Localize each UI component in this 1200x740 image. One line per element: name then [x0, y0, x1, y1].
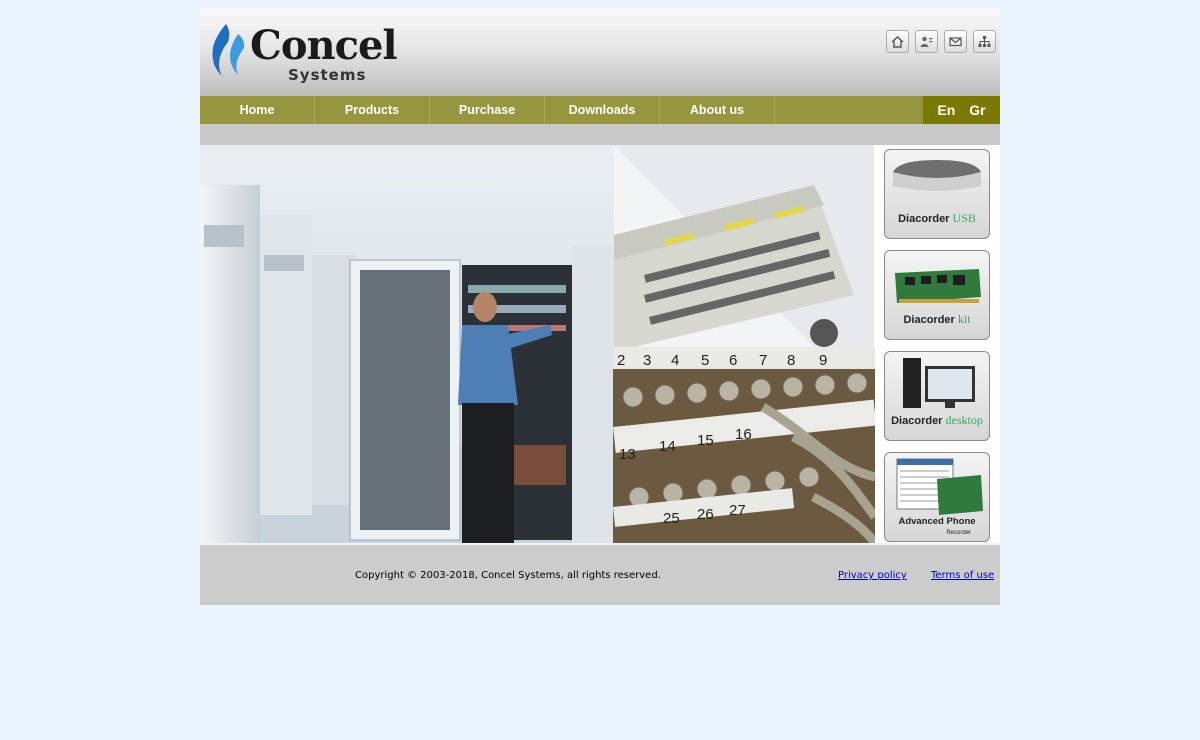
- page-container: Concel Systems Home Products Purchase Do…: [200, 8, 1000, 605]
- svg-text:15: 15: [697, 432, 714, 449]
- product-sublabel: Recorder: [946, 530, 971, 536]
- home-icon[interactable]: [886, 30, 909, 53]
- product-label: Diacorder desktop: [891, 413, 983, 427]
- network-switch-photo: [614, 145, 874, 347]
- mail-icon[interactable]: [944, 30, 967, 53]
- copyright-text: Copyright © 2003-2018, Concel Systems, a…: [355, 570, 661, 581]
- site-header: Concel Systems: [200, 8, 1000, 96]
- svg-text:3: 3: [643, 352, 651, 369]
- site-footer: Copyright © 2003-2018, Concel Systems, a…: [200, 545, 1000, 605]
- svg-text:6: 6: [729, 352, 737, 369]
- svg-text:16: 16: [735, 426, 752, 443]
- contact-icon[interactable]: [915, 30, 938, 53]
- svg-text:5: 5: [701, 352, 709, 369]
- svg-text:2: 2: [617, 352, 625, 369]
- server-room-photo: [200, 145, 614, 543]
- logo[interactable]: Concel Systems: [208, 20, 398, 86]
- privacy-policy-link[interactable]: Privacy policy: [838, 570, 907, 581]
- svg-text:7: 7: [759, 352, 767, 369]
- nav-home[interactable]: Home: [200, 96, 315, 124]
- svg-text:4: 4: [671, 352, 679, 369]
- patch-panel-photo: 2 3 4 5 6 7 8 9 13 14 15 16 25 26 27: [613, 347, 875, 543]
- svg-text:9: 9: [819, 352, 827, 369]
- svg-text:8: 8: [787, 352, 795, 369]
- terms-of-use-link[interactable]: Terms of use: [931, 570, 994, 581]
- product-label: Advanced Phone: [898, 516, 976, 527]
- product-list: Diacorder USB Diacorder kit Diacorder de…: [884, 149, 992, 553]
- recorder-software-icon: [896, 458, 983, 515]
- sitemap-icon[interactable]: [973, 30, 996, 53]
- svg-text:27: 27: [729, 502, 746, 519]
- svg-text:14: 14: [659, 438, 676, 455]
- product-label: Diacorder kit: [903, 312, 971, 326]
- flame-logo-icon: [212, 24, 245, 76]
- main-nav: Home Products Purchase Downloads About u…: [200, 96, 1000, 124]
- logo-tagline: Systems: [288, 66, 367, 84]
- language-switcher: En Gr: [923, 96, 1000, 124]
- main-content: 2 3 4 5 6 7 8 9 13 14 15 16 25 26 27 Diacorde…: [200, 145, 1000, 543]
- nav-about-us[interactable]: About us: [660, 96, 775, 124]
- svg-text:13: 13: [619, 446, 636, 463]
- top-icon-bar: [886, 30, 996, 53]
- nav-downloads[interactable]: Downloads: [545, 96, 660, 124]
- product-diacorder-kit[interactable]: Diacorder kit: [884, 250, 990, 340]
- svg-text:25: 25: [663, 510, 680, 527]
- nav-products[interactable]: Products: [315, 96, 430, 124]
- lang-gr[interactable]: Gr: [969, 102, 985, 118]
- lang-en[interactable]: En: [937, 102, 955, 118]
- product-diacorder-desktop[interactable]: Diacorder desktop: [884, 351, 990, 441]
- sub-nav-bar: [200, 124, 1000, 145]
- svg-text:26: 26: [697, 506, 714, 523]
- product-advanced-phone-recorder[interactable]: Advanced Phone Recorder: [884, 452, 990, 542]
- product-label: Diacorder USB: [898, 211, 976, 225]
- product-diacorder-usb[interactable]: Diacorder USB: [884, 149, 990, 239]
- logo-wordmark: Concel: [250, 22, 398, 69]
- nav-purchase[interactable]: Purchase: [430, 96, 545, 124]
